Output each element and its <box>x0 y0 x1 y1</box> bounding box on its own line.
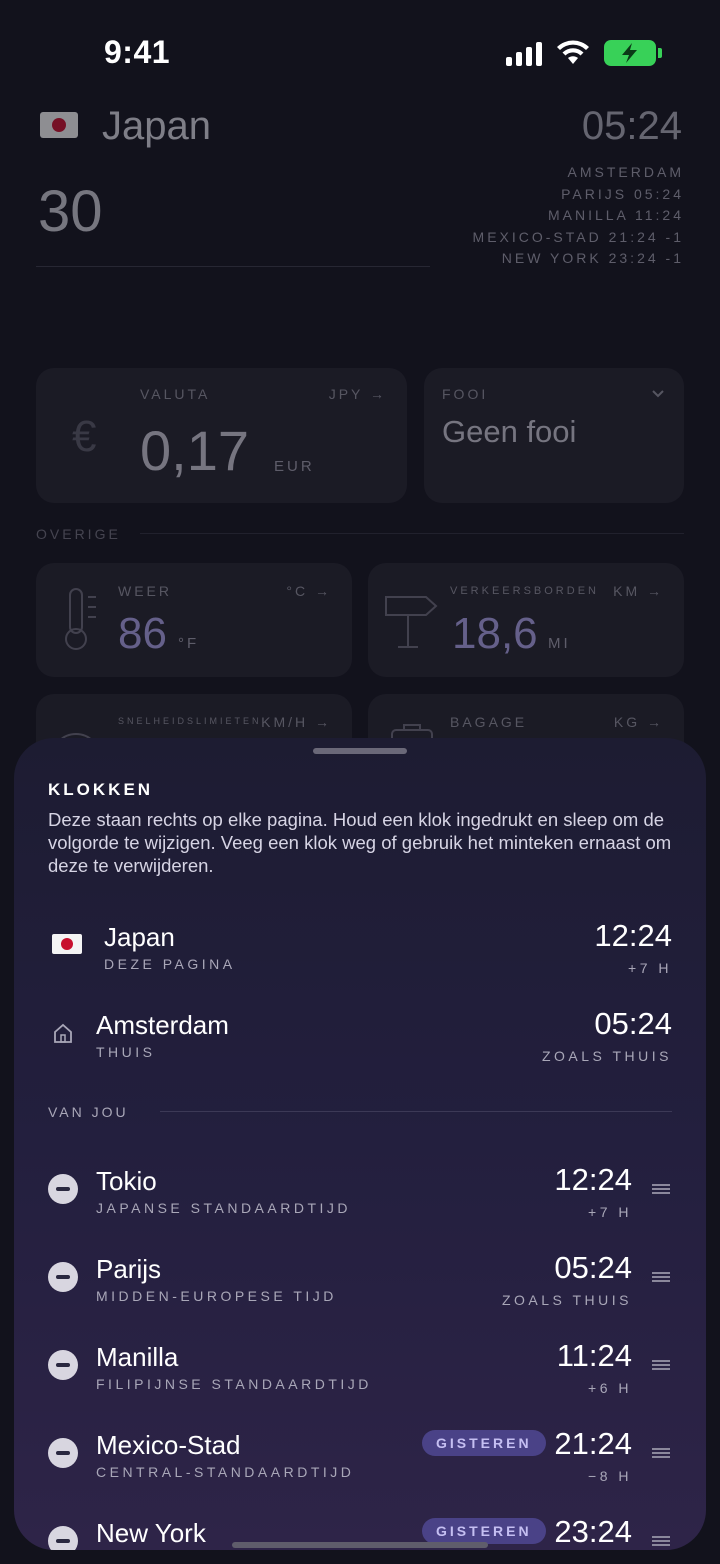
euro-icon: € <box>72 412 97 461</box>
card-unit: KG → <box>613 714 664 730</box>
signpost-icon <box>385 596 438 648</box>
battery-tip <box>658 48 662 58</box>
clock-subtitle: THUIS <box>96 1044 156 1060</box>
clock-subtitle: JAPANSE STANDAARDTIJD <box>96 1200 352 1216</box>
clock-offset: +7 H <box>588 1204 632 1220</box>
card-label: VERKEERSBORDEN <box>450 585 599 597</box>
clock-city: Manilla <box>96 1342 179 1372</box>
japan-flag-icon <box>52 934 82 954</box>
clock-city: Mexico-Stad <box>96 1430 241 1460</box>
currency-value: 0,17 <box>140 419 249 482</box>
tip-card[interactable]: FOOI Geen fooi <box>424 368 684 503</box>
yesterday-badge: GISTEREN <box>422 1430 546 1456</box>
clock-time: 05:24 <box>554 1250 632 1285</box>
page-title: Japan <box>102 104 211 148</box>
signs-card[interactable]: VERKEERSBORDEN KM → 18,6 MI <box>368 563 684 677</box>
clock-time: 12:24 <box>594 918 672 953</box>
japan-flag-icon <box>40 112 78 138</box>
clock-subtitle: MIDDEN-EUROPESE TIJD <box>96 1288 337 1304</box>
clock-list-item: MANILLA 11:24 <box>547 207 684 223</box>
sheet-grabber[interactable] <box>313 748 407 754</box>
clock-list-item: PARIJS 05:24 <box>561 185 684 202</box>
chevron-down-icon <box>652 390 664 398</box>
card-unit: KM/H → <box>261 714 332 730</box>
weather-value: 86 <box>118 609 167 658</box>
drag-handle-icon[interactable] <box>652 1536 670 1546</box>
clock-offset: +6 H <box>588 1380 632 1396</box>
drag-handle-icon[interactable] <box>652 1448 670 1458</box>
sheet-description: Deze staan rechts op elke pagina. Houd e… <box>48 809 672 876</box>
section-label: VAN JOU <box>48 1104 129 1120</box>
currency-card[interactable]: € VALUTA JPY → 0,17 EUR <box>36 368 407 503</box>
section-divider <box>160 1111 672 1112</box>
clock-list-item: AMSTERDAM <box>567 164 684 180</box>
status-bar: 9:41 <box>0 0 720 100</box>
clock-time: 21:24 <box>554 1426 632 1461</box>
clock-time: 12:24 <box>554 1162 632 1197</box>
main-clock: 05:24 <box>581 104 682 148</box>
clock-subtitle: DEZE PAGINA <box>104 956 236 972</box>
remove-clock-button[interactable] <box>48 1526 78 1550</box>
clock-city: Tokio <box>96 1166 157 1196</box>
signs-value: 18,6 <box>452 609 538 658</box>
drag-handle-icon[interactable] <box>652 1360 670 1370</box>
signs-suffix: MI <box>548 635 571 652</box>
clock-city: Japan <box>104 922 175 952</box>
cellular-signal-icon <box>506 42 544 66</box>
card-unit: °C → <box>286 583 332 599</box>
clock-list-item: NEW YORK 23:24 -1 <box>501 250 684 266</box>
remove-clock-button[interactable] <box>48 1438 78 1468</box>
section-label: OVERIGE <box>36 526 121 542</box>
section-divider <box>140 533 684 534</box>
status-time: 9:41 <box>104 34 171 70</box>
card-label: VALUTA <box>140 386 211 402</box>
clock-list: AMSTERDAM PARIJS 05:24 MANILLA 11:24 MEX… <box>473 162 684 270</box>
card-label: SNELHEIDSLIMIETEN <box>118 716 262 726</box>
clock-offset: −8 H <box>588 1468 632 1484</box>
remove-clock-button[interactable] <box>48 1174 78 1204</box>
yesterday-badge: GISTEREN <box>422 1518 546 1544</box>
clocks-sheet: KLOKKEN Deze staan rechts op elke pagina… <box>14 738 706 1550</box>
clock-city: Parijs <box>96 1254 162 1284</box>
home-indicator[interactable] <box>232 1542 488 1548</box>
tip-value: Geen fooi <box>442 414 577 449</box>
remove-clock-button[interactable] <box>48 1350 78 1380</box>
card-label: WEER <box>118 583 172 599</box>
battery-icon <box>604 40 656 66</box>
wifi-icon <box>557 40 589 64</box>
remove-clock-button[interactable] <box>48 1262 78 1292</box>
weather-suffix: °F <box>178 635 200 652</box>
card-label: BAGAGE <box>450 714 528 730</box>
thermometer-icon <box>65 588 96 650</box>
clock-time: 11:24 <box>556 1338 632 1373</box>
drag-handle-icon[interactable] <box>652 1184 670 1194</box>
clock-time: 23:24 <box>554 1514 632 1549</box>
sheet-title: KLOKKEN <box>48 780 154 799</box>
card-unit: KM → <box>613 583 664 599</box>
clock-list-item: MEXICO-STAD 21:24 -1 <box>472 228 684 245</box>
home-icon <box>54 1023 72 1043</box>
clock-offset: ZOALS THUIS <box>501 1292 632 1308</box>
drag-handle-icon[interactable] <box>652 1272 670 1282</box>
card-unit: JPY → <box>328 386 387 402</box>
clock-subtitle: CENTRAL-STANDAARDTIJD <box>96 1464 355 1480</box>
clock-time: 05:24 <box>594 1006 672 1041</box>
clock-subtitle: FILIPIJNSE STANDAARDTIJD <box>96 1376 372 1392</box>
clock-city: New York <box>96 1518 206 1548</box>
card-label: FOOI <box>442 386 489 402</box>
currency-suffix: EUR <box>274 458 315 475</box>
amount-input[interactable]: 30 <box>38 178 103 245</box>
amount-underline <box>36 266 430 267</box>
clock-city: Amsterdam <box>96 1010 229 1040</box>
weather-card[interactable]: WEER °C → 86 °F <box>36 563 352 677</box>
clock-offset: ZOALS THUIS <box>541 1048 672 1064</box>
clock-offset: +7 H <box>628 960 672 976</box>
